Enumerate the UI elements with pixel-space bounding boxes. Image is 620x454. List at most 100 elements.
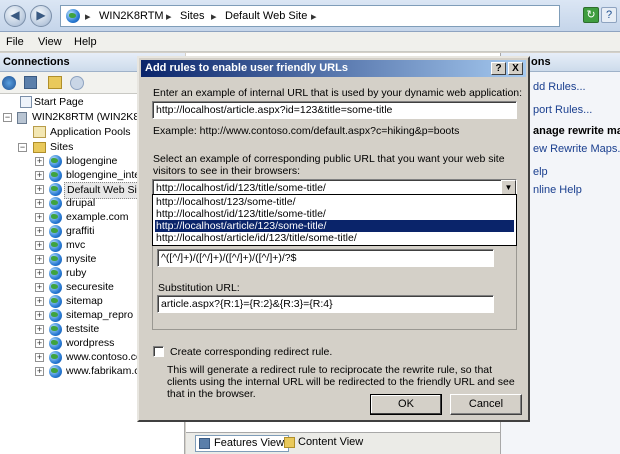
menu-view[interactable]: View xyxy=(38,36,62,48)
expand-icon[interactable]: + xyxy=(35,213,44,222)
url-option[interactable]: http://localhost/123/some-title/ xyxy=(155,196,514,208)
folder-up-icon[interactable] xyxy=(48,76,62,89)
public-url-label-line2: visitors to see in their browsers: xyxy=(153,165,301,177)
help-icon: ? xyxy=(605,9,613,21)
url-option[interactable]: http://localhost/article/id/123/title/so… xyxy=(155,232,514,244)
substitution-url-label: Substitution URL: xyxy=(158,282,240,294)
content-view-icon xyxy=(284,437,295,448)
dialog-title: Add rules to enable user friendly URLs xyxy=(145,62,348,74)
expand-icon[interactable]: + xyxy=(35,353,44,362)
connections-title: Connections xyxy=(3,56,70,68)
redirect-rule-checkbox[interactable] xyxy=(153,346,164,357)
content-view-tab[interactable]: Content View xyxy=(282,435,367,452)
action-add-rules[interactable]: dd Rules... xyxy=(533,81,586,93)
actions-header: ons xyxy=(531,56,551,68)
site-icon xyxy=(49,267,62,280)
app-pools-icon xyxy=(33,126,46,138)
breadcrumb-separator-icon: ▸ xyxy=(311,11,317,23)
public-url-label-line1: Select an example of corresponding publi… xyxy=(153,153,505,165)
breadcrumb-server[interactable]: WIN2K8RTM xyxy=(99,10,164,22)
site-icon xyxy=(49,239,62,252)
breadcrumb-sites[interactable]: Sites xyxy=(180,10,204,22)
expand-icon[interactable]: + xyxy=(35,297,44,306)
url-option[interactable]: http://localhost/id/123/title/some-title… xyxy=(155,208,514,220)
action-online-help[interactable]: nline Help xyxy=(533,184,582,196)
site-icon xyxy=(49,197,62,210)
expand-icon[interactable]: + xyxy=(35,171,44,180)
site-icon xyxy=(49,183,62,196)
collapse-icon[interactable]: − xyxy=(18,143,27,152)
features-view-icon xyxy=(199,438,210,449)
ok-button[interactable]: OK xyxy=(370,394,442,415)
site-icon xyxy=(49,365,62,378)
expand-icon[interactable]: + xyxy=(35,269,44,278)
globe-icon xyxy=(66,9,80,23)
disconnect-icon[interactable] xyxy=(70,76,84,90)
expand-icon[interactable]: + xyxy=(35,227,44,236)
refresh-icon: ↻ xyxy=(586,9,596,21)
address-bar: ◀ ▶ ▸ WIN2K8RTM ▸ Sites ▸ Default Web Si… xyxy=(0,0,620,32)
expand-icon[interactable]: + xyxy=(35,339,44,348)
folder-icon xyxy=(33,142,46,153)
example-text: Example: http://www.contoso.com/default.… xyxy=(153,125,460,137)
action-help[interactable]: elp xyxy=(533,166,548,178)
site-icon xyxy=(49,155,62,168)
redirect-desc-line3: that in the browser. xyxy=(167,388,256,400)
refresh-button[interactable]: ↻ xyxy=(583,7,599,23)
start-page-icon xyxy=(20,96,32,108)
expand-icon[interactable]: + xyxy=(35,199,44,208)
expand-icon[interactable]: + xyxy=(35,367,44,376)
rewrite-rule-group: ^([^/]+)/([^/]+)/([^/]+)/([^/]+)/?$ Subs… xyxy=(152,234,517,330)
menu-bar: File View Help xyxy=(0,32,620,52)
site-icon xyxy=(49,281,62,294)
collapse-icon[interactable]: − xyxy=(3,113,12,122)
url-option-selected[interactable]: http://localhost/article/123/some-title/ xyxy=(155,220,514,232)
expand-icon[interactable]: + xyxy=(35,311,44,320)
substitution-url-input[interactable]: article.aspx?{R:1}={R:2}&{R:3}={R:4} xyxy=(157,295,494,313)
expand-icon[interactable]: + xyxy=(35,283,44,292)
redirect-desc-line1: This will generate a redirect rule to re… xyxy=(167,364,493,376)
menu-file[interactable]: File xyxy=(6,36,24,48)
features-view-tab[interactable]: Features View xyxy=(195,435,290,452)
site-icon xyxy=(49,309,62,322)
breadcrumb-separator-icon: ▸ xyxy=(211,11,217,23)
forward-button[interactable]: ▶ xyxy=(30,5,52,27)
back-button[interactable]: ◀ xyxy=(4,5,26,27)
redirect-rule-label[interactable]: Create corresponding redirect rule. xyxy=(170,346,332,358)
add-rules-dialog: Add rules to enable user friendly URLs ?… xyxy=(137,56,530,422)
save-icon[interactable] xyxy=(24,76,37,89)
expand-icon[interactable]: + xyxy=(35,325,44,334)
breadcrumb-default-web-site[interactable]: Default Web Site xyxy=(225,10,307,22)
site-icon xyxy=(49,351,62,364)
manage-rewrite-maps-heading: anage rewrite ma xyxy=(533,125,620,137)
redirect-desc-line2: clients using the internal URL will be r… xyxy=(167,376,515,388)
expand-icon[interactable]: + xyxy=(35,185,44,194)
menu-help[interactable]: Help xyxy=(74,36,97,48)
site-icon xyxy=(49,295,62,308)
expand-icon[interactable]: + xyxy=(35,157,44,166)
action-view-rewrite-maps[interactable]: ew Rewrite Maps... xyxy=(533,143,620,155)
server-icon xyxy=(17,112,27,124)
dialog-close-button[interactable]: X xyxy=(508,62,523,75)
site-icon xyxy=(49,337,62,350)
internal-url-input[interactable]: http://localhost/article.aspx?id=123&tit… xyxy=(152,101,517,119)
expand-icon[interactable]: + xyxy=(35,241,44,250)
site-icon xyxy=(49,253,62,266)
dialog-title-bar[interactable]: Add rules to enable user friendly URLs ?… xyxy=(141,60,526,77)
dialog-help-button[interactable]: ? xyxy=(491,62,506,75)
help-button[interactable]: ? xyxy=(601,7,617,23)
breadcrumb[interactable]: ▸ WIN2K8RTM ▸ Sites ▸ Default Web Site ▸ xyxy=(60,5,560,27)
breadcrumb-separator-icon: ▸ xyxy=(166,11,172,23)
cancel-button[interactable]: Cancel xyxy=(450,394,522,415)
connect-icon[interactable] xyxy=(2,76,16,90)
site-icon xyxy=(49,323,62,336)
site-icon xyxy=(49,225,62,238)
view-switcher-bar: Features View Content View xyxy=(186,432,500,454)
action-import-rules[interactable]: port Rules... xyxy=(533,104,592,116)
site-icon xyxy=(49,169,62,182)
forward-arrow-icon: ▶ xyxy=(36,8,46,22)
expand-icon[interactable]: + xyxy=(35,255,44,264)
pattern-input[interactable]: ^([^/]+)/([^/]+)/([^/]+)/([^/]+)/?$ xyxy=(157,249,494,267)
breadcrumb-separator-icon: ▸ xyxy=(85,11,91,23)
public-url-options-list[interactable]: http://localhost/123/some-title/ http://… xyxy=(152,194,517,246)
